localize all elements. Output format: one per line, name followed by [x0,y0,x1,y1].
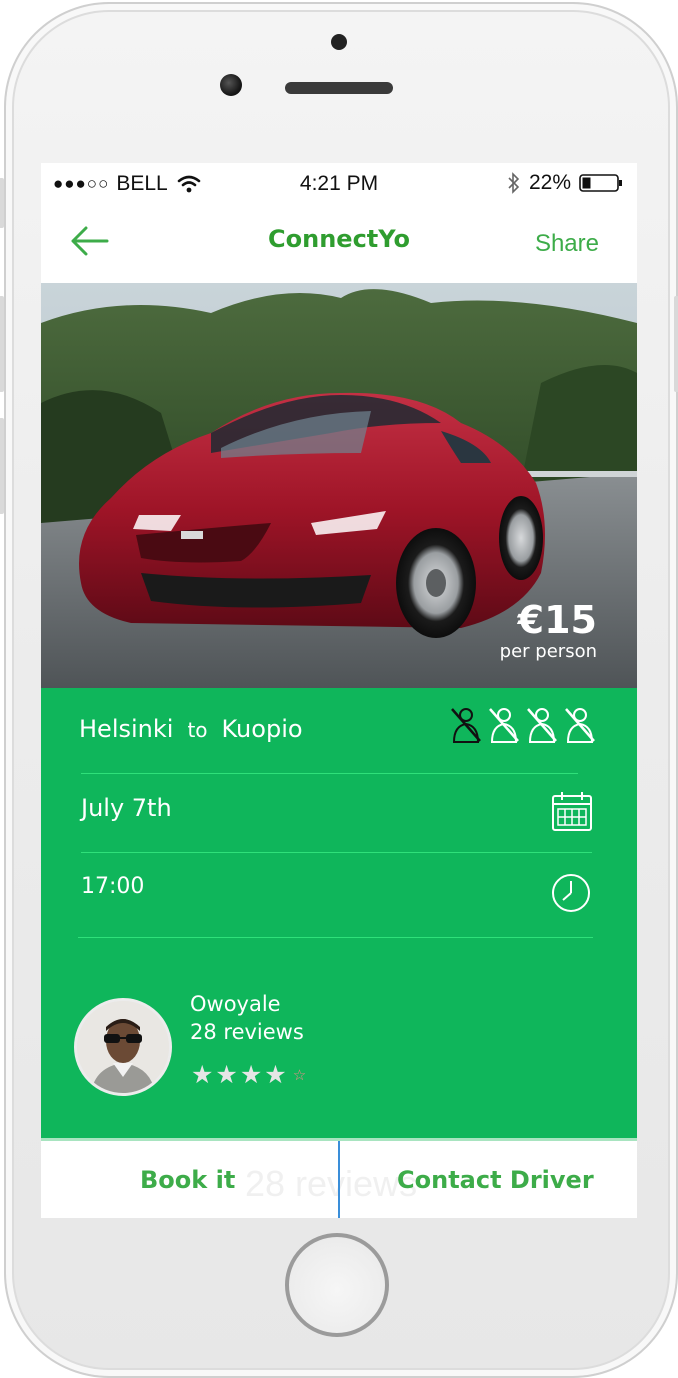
price-tag: €15 per person [500,599,597,663]
route: Helsinki to Kuopio [79,715,303,743]
share-button[interactable]: Share [535,230,599,258]
action-separator [338,1141,340,1218]
origin-city: Helsinki [79,715,174,743]
seat-free-icon [565,708,595,743]
star-outline-icon: ☆ [292,1065,307,1084]
seat-availability [449,706,597,744]
bluetooth-icon [508,172,520,194]
seat-taken-icon [451,708,481,743]
driver-avatar[interactable] [74,998,172,1096]
star-icon: ★ [264,1060,287,1089]
battery-icon [579,174,622,192]
route-separator: to [187,718,208,742]
driver-reviews-link[interactable]: 28 reviews [190,1020,304,1044]
book-button[interactable]: Book it [140,1166,235,1194]
contact-driver-button[interactable]: Contact Driver [397,1166,594,1194]
ride-time: 17:00 [81,874,145,899]
seat-free-icon [527,708,557,743]
star-icon: ★ [239,1060,263,1089]
background-faded-text: 28 reviews [245,1163,418,1204]
battery-percentage: 22% [528,171,571,194]
ride-details-panel: Helsinki to Kuopio July 7th 17:00 Owoyal… [41,688,637,1138]
status-bar: ●●●○○ BELL 4:21 PM 22% [41,163,637,203]
earpiece-speaker [285,82,393,94]
calendar-icon[interactable] [551,790,593,832]
divider [81,773,578,774]
ride-date: July 7th [81,794,172,822]
divider [81,852,592,853]
screen: ●●●○○ BELL 4:21 PM 22% ConnectYo Share €… [41,163,637,1218]
proximity-sensor [331,34,347,50]
clock-icon[interactable] [551,873,591,913]
price-unit: per person [499,641,597,662]
volume-up-button [0,296,4,392]
mute-switch [0,178,4,228]
driver-rating: ★ ★ ★ ★ ☆ [191,1060,306,1089]
star-icon: ★ [215,1060,238,1089]
home-button[interactable] [285,1233,389,1337]
destination-city: Kuopio [221,715,303,743]
navigation-bar: ConnectYo Share [41,203,637,283]
action-bar: 28 reviews Book it Contact Driver [41,1138,637,1218]
car-photo: €15 per person [41,283,637,688]
front-camera [220,74,242,96]
driver-name[interactable]: Owoyale [190,992,281,1016]
seat-free-icon [489,708,519,743]
driver-photo [77,1001,169,1093]
volume-down-button [0,418,4,514]
price-amount: €15 [517,598,597,642]
star-icon: ★ [191,1060,214,1089]
divider [78,937,593,938]
power-button [674,296,678,392]
